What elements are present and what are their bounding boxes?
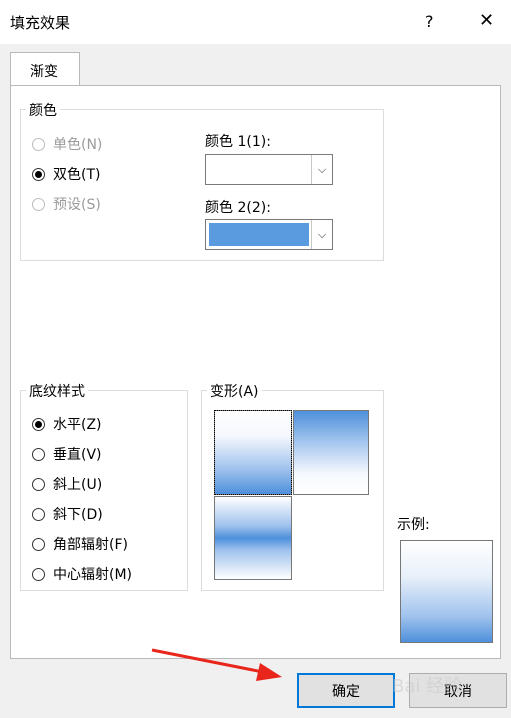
colors-group-legend: 颜色: [26, 100, 60, 120]
radio-preset-indicator: [32, 197, 45, 211]
sample-label: 示例:: [397, 517, 430, 533]
radio-diagonal-up-indicator: [32, 477, 45, 491]
radio-preset[interactable]: 预设(S): [32, 194, 101, 214]
tab-gradient-label: 渐变: [30, 64, 58, 80]
close-button[interactable]: ✕: [479, 10, 494, 31]
color1-label: 颜色 1(1):: [205, 134, 271, 150]
title-bar: 填充效果 ? ✕: [0, 0, 511, 44]
radio-single-color[interactable]: 单色(N): [32, 134, 102, 154]
radio-preset-label: 预设(S): [53, 197, 101, 213]
color2-label: 颜色 2(2):: [205, 200, 271, 216]
radio-two-colors-indicator: [32, 167, 45, 181]
texture-style-legend: 底纹样式: [26, 381, 88, 401]
radio-from-center-label: 中心辐射(M): [53, 567, 133, 583]
radio-horizontal-indicator: [32, 417, 45, 431]
variant-3[interactable]: [214, 496, 292, 580]
tab-gradient[interactable]: 渐变: [10, 52, 80, 86]
radio-from-corner-indicator: [32, 537, 45, 551]
radio-from-corner[interactable]: 角部辐射(F): [32, 534, 128, 554]
color1-dropdown[interactable]: ⌵: [205, 154, 333, 185]
sample-preview: [400, 540, 493, 643]
variant-2[interactable]: [293, 410, 369, 495]
watermark: Bai 经验: [392, 676, 463, 697]
dialog-title: 填充效果: [10, 14, 71, 32]
radio-single-color-label: 单色(N): [53, 137, 103, 153]
help-button[interactable]: ?: [425, 12, 434, 31]
radio-diagonal-down-label: 斜下(D): [53, 507, 103, 523]
radio-vertical[interactable]: 垂直(V): [32, 444, 102, 464]
variants-legend: 变形(A): [207, 381, 262, 401]
radio-diagonal-up[interactable]: 斜上(U): [32, 474, 102, 494]
variant-1[interactable]: [214, 410, 292, 495]
radio-vertical-label: 垂直(V): [53, 447, 102, 463]
radio-horizontal-label: 水平(Z): [53, 417, 102, 433]
radio-horizontal[interactable]: 水平(Z): [32, 414, 102, 434]
radio-diagonal-down-indicator: [32, 507, 45, 521]
radio-diagonal-up-label: 斜上(U): [53, 477, 103, 493]
color2-dropdown[interactable]: ⌵: [205, 219, 333, 250]
radio-two-colors[interactable]: 双色(T): [32, 164, 100, 184]
color2-swatch: [209, 223, 309, 246]
radio-from-center-indicator: [32, 567, 45, 581]
chevron-down-icon: ⌵: [311, 220, 332, 249]
ok-button[interactable]: 确定: [297, 673, 395, 708]
radio-two-colors-label: 双色(T): [53, 167, 101, 183]
radio-vertical-indicator: [32, 447, 45, 461]
radio-diagonal-down[interactable]: 斜下(D): [32, 504, 103, 524]
radio-single-color-indicator: [32, 137, 45, 151]
radio-from-corner-label: 角部辐射(F): [53, 537, 128, 553]
annotation-arrow-icon: [151, 648, 282, 681]
chevron-down-icon: ⌵: [311, 155, 332, 184]
radio-from-center[interactable]: 中心辐射(M): [32, 564, 132, 584]
